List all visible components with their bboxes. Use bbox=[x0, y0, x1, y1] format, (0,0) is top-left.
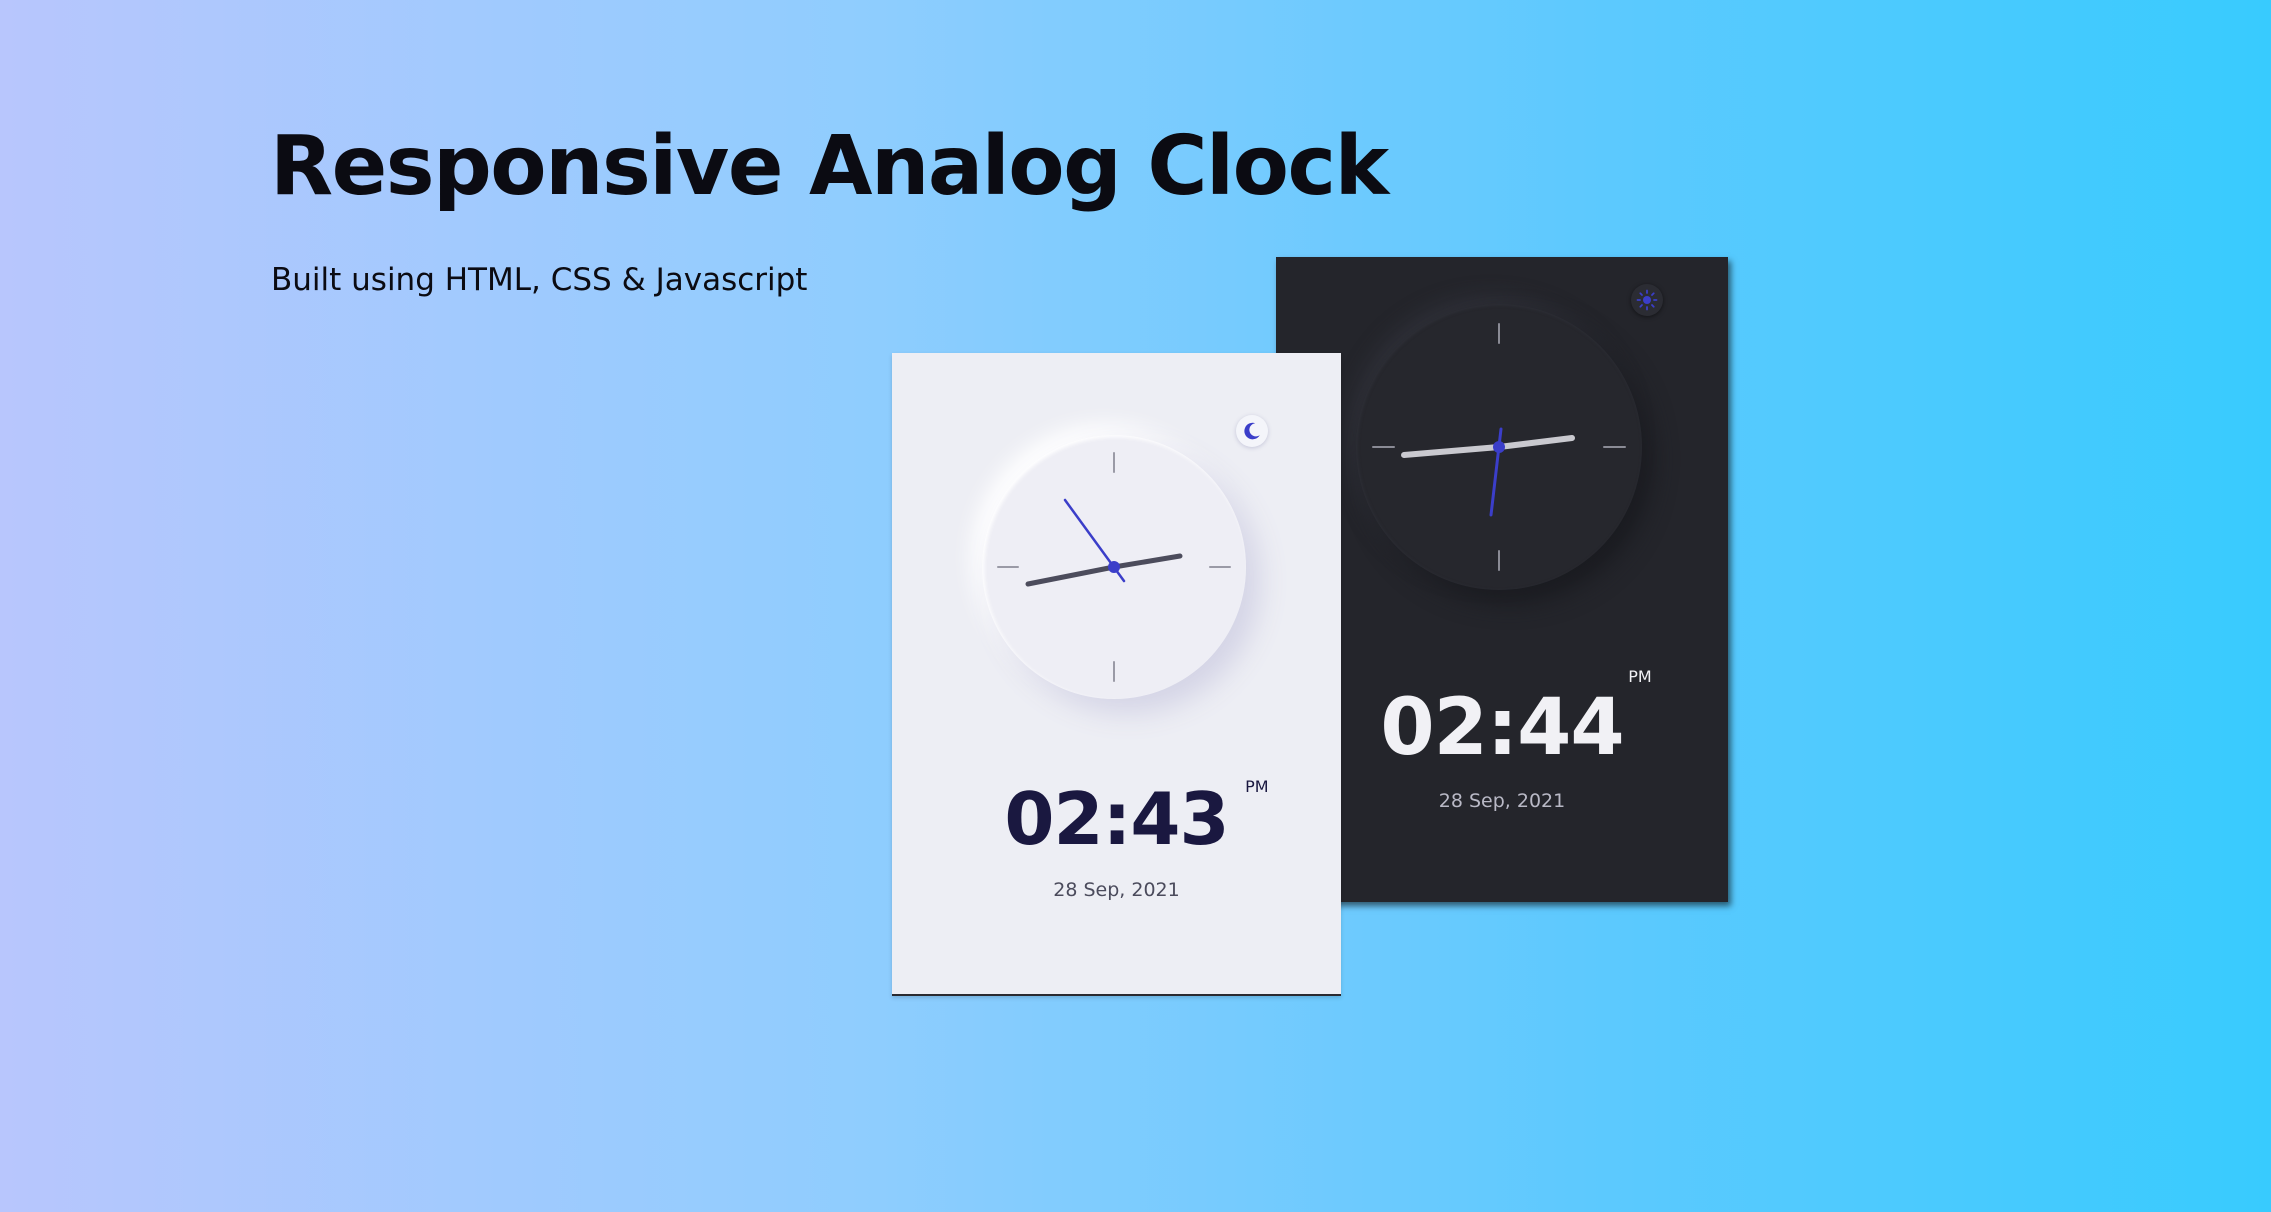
minute-hand bbox=[1496, 435, 1575, 450]
digital-time: 02:44 PM bbox=[1276, 667, 1728, 767]
time-display: 02:43 bbox=[1004, 777, 1229, 861]
hour-hand bbox=[1025, 564, 1117, 587]
time-display: 02:44 bbox=[1380, 683, 1624, 773]
page-title: Responsive Analog Clock bbox=[270, 119, 1389, 214]
clock-center-pin bbox=[1493, 441, 1505, 453]
clock-center-pin bbox=[1108, 561, 1120, 573]
page-subtitle: Built using HTML, CSS & Javascript bbox=[271, 262, 808, 298]
analog-clock-face bbox=[1356, 304, 1642, 590]
analog-clock-face bbox=[982, 435, 1246, 699]
am-pm-indicator: PM bbox=[1628, 667, 1652, 686]
date-display: 28 Sep, 2021 bbox=[1053, 879, 1180, 901]
date-display: 28 Sep, 2021 bbox=[1438, 790, 1566, 812]
minute-hand bbox=[1111, 553, 1183, 570]
digital-time: 02:43 PM bbox=[892, 777, 1341, 855]
hour-hand bbox=[1401, 444, 1502, 458]
light-clock-card: 02:43 PM 28 Sep, 2021 bbox=[892, 353, 1341, 996]
dark-clock-card: 02:44 PM 28 Sep, 2021 bbox=[1276, 257, 1728, 902]
am-pm-indicator: PM bbox=[1245, 777, 1269, 796]
